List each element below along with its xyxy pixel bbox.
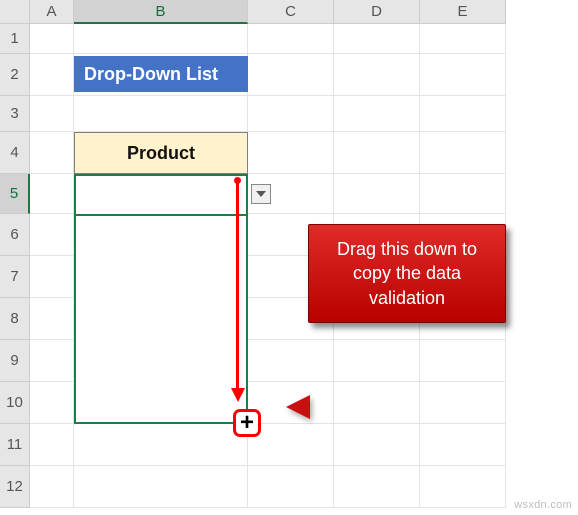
cell-D5[interactable] xyxy=(334,174,420,214)
chevron-down-icon xyxy=(256,191,266,197)
row-header-11[interactable]: 11 xyxy=(0,424,30,466)
cell-D3[interactable] xyxy=(334,96,420,132)
cell-A5[interactable] xyxy=(30,174,74,214)
row-header-12[interactable]: 12 xyxy=(0,466,30,508)
cell-D1[interactable] xyxy=(334,24,420,54)
product-header-cell[interactable]: Product xyxy=(74,132,248,174)
cell-E10[interactable] xyxy=(420,382,506,424)
column-header-B[interactable]: B xyxy=(74,0,248,24)
row-header-3[interactable]: 3 xyxy=(0,96,30,132)
cell-C9[interactable] xyxy=(248,340,334,382)
cell-D4[interactable] xyxy=(334,132,420,174)
column-header-C[interactable]: C xyxy=(248,0,334,24)
row-header-7[interactable]: 7 xyxy=(0,256,30,298)
cell-A6[interactable] xyxy=(30,214,74,256)
cell-B11[interactable] xyxy=(74,424,248,466)
cell-E2[interactable] xyxy=(420,54,506,96)
row-header-6[interactable]: 6 xyxy=(0,214,30,256)
cell-A10[interactable] xyxy=(30,382,74,424)
row-header-2[interactable]: 2 xyxy=(0,54,30,96)
selected-range[interactable] xyxy=(74,174,248,424)
row-header-10[interactable]: 10 xyxy=(0,382,30,424)
cell-C1[interactable] xyxy=(248,24,334,54)
column-header-A[interactable]: A xyxy=(30,0,74,24)
cell-E1[interactable] xyxy=(420,24,506,54)
fill-handle[interactable]: + xyxy=(233,409,261,437)
cell-D10[interactable] xyxy=(334,382,420,424)
cell-D11[interactable] xyxy=(334,424,420,466)
cell-E12[interactable] xyxy=(420,466,506,508)
cell-B12[interactable] xyxy=(74,466,248,508)
drag-arrow-head-icon xyxy=(231,388,245,402)
cell-C4[interactable] xyxy=(248,132,334,174)
title-cell[interactable]: Drop-Down List xyxy=(74,56,248,92)
drag-arrow-line xyxy=(236,180,239,390)
cell-E9[interactable] xyxy=(420,340,506,382)
column-headers: ABCDE xyxy=(30,0,506,24)
cell-B1[interactable] xyxy=(74,24,248,54)
cell-A12[interactable] xyxy=(30,466,74,508)
cell-A11[interactable] xyxy=(30,424,74,466)
column-header-E[interactable]: E xyxy=(420,0,506,24)
cell-A1[interactable] xyxy=(30,24,74,54)
row-header-5[interactable]: 5 xyxy=(0,174,30,214)
column-header-D[interactable]: D xyxy=(334,0,420,24)
cell-D12[interactable] xyxy=(334,466,420,508)
cell-E5[interactable] xyxy=(420,174,506,214)
select-all-corner[interactable] xyxy=(0,0,30,24)
cell-A3[interactable] xyxy=(30,96,74,132)
watermark: wsxdn.com xyxy=(514,499,572,511)
cell-E3[interactable] xyxy=(420,96,506,132)
row-header-1[interactable]: 1 xyxy=(0,24,30,54)
row-header-9[interactable]: 9 xyxy=(0,340,30,382)
cell-A7[interactable] xyxy=(30,256,74,298)
cell-E4[interactable] xyxy=(420,132,506,174)
cell-C2[interactable] xyxy=(248,54,334,96)
cell-A4[interactable] xyxy=(30,132,74,174)
data-validation-dropdown-button[interactable] xyxy=(251,184,271,204)
cell-E11[interactable] xyxy=(420,424,506,466)
row-header-8[interactable]: 8 xyxy=(0,298,30,340)
callout-tail xyxy=(286,395,310,419)
cell-A2[interactable] xyxy=(30,54,74,96)
row-header-4[interactable]: 4 xyxy=(0,132,30,174)
cell-C12[interactable] xyxy=(248,466,334,508)
cell-D9[interactable] xyxy=(334,340,420,382)
cell-A9[interactable] xyxy=(30,340,74,382)
fill-cursor-icon: + xyxy=(240,411,254,435)
cell-B3[interactable] xyxy=(74,96,248,132)
instruction-callout: Drag this down to copy the data validati… xyxy=(308,224,506,323)
cell-C3[interactable] xyxy=(248,96,334,132)
cell-A8[interactable] xyxy=(30,298,74,340)
row-headers: 123456789101112 xyxy=(0,24,30,508)
cell-D2[interactable] xyxy=(334,54,420,96)
